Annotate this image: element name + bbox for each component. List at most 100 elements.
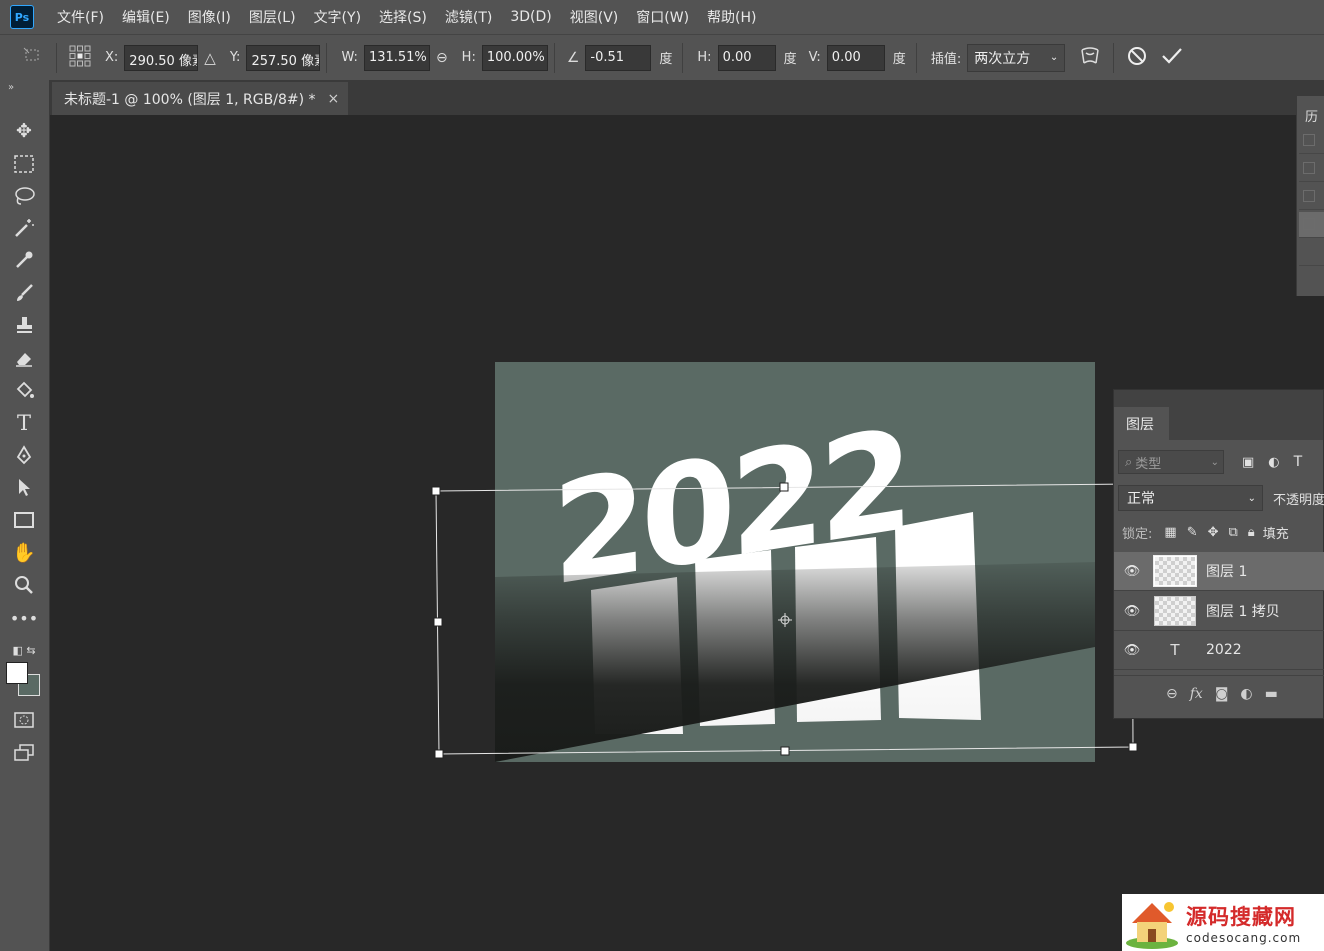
chevron-down-icon: ⌄ xyxy=(1049,52,1059,63)
layer-name[interactable]: 2022 xyxy=(1206,642,1242,658)
filter-adjustment-icon[interactable]: ◐ xyxy=(1268,455,1279,470)
visibility-eye-icon[interactable]: 👁︎ xyxy=(1114,643,1150,658)
skew-v-input[interactable]: 0.00 xyxy=(826,44,885,71)
menu-select[interactable]: 选择(S) xyxy=(370,7,436,27)
move-tool-icon[interactable]: ✥ xyxy=(8,117,40,145)
watermark-cn: 源码搜藏网 xyxy=(1186,904,1296,929)
marquee-tool-icon[interactable] xyxy=(8,150,40,178)
layer-filter-select[interactable]: ⌕ 类型 ⌄ xyxy=(1118,450,1224,474)
lock-all-icon[interactable]: 🔒︎ xyxy=(1248,525,1255,540)
watermark: 源码搜藏网 codesocang.com xyxy=(1122,894,1324,951)
lock-transparent-icon[interactable]: ▦ xyxy=(1164,525,1176,540)
relative-position-icon[interactable]: △ xyxy=(204,49,216,67)
paint-bucket-tool-icon[interactable] xyxy=(8,376,40,404)
pen-tool-icon[interactable] xyxy=(8,441,40,469)
w-input[interactable]: 131.51% xyxy=(363,44,430,71)
menu-window[interactable]: 窗口(W) xyxy=(627,7,698,27)
fill-label: 填充 xyxy=(1262,526,1289,542)
separator xyxy=(915,42,917,73)
layer-name[interactable]: 图层 1 拷贝 xyxy=(1206,601,1280,621)
zoom-tool-icon[interactable] xyxy=(8,571,40,599)
warp-mode-icon[interactable] xyxy=(1079,45,1101,71)
commit-transform-icon[interactable] xyxy=(1160,45,1184,71)
lasso-tool-icon[interactable] xyxy=(8,182,40,210)
skew-v-label: V: xyxy=(808,50,821,65)
lock-position-icon[interactable]: ✥ xyxy=(1208,525,1219,540)
lock-image-icon[interactable]: ✎ xyxy=(1187,525,1198,540)
menu-edit[interactable]: 编辑(E) xyxy=(113,7,179,27)
layers-tab[interactable]: 图层 xyxy=(1114,407,1169,440)
collapse-panel-icon[interactable]: » xyxy=(8,82,14,93)
blend-mode-select[interactable]: 正常 ⌄ xyxy=(1118,485,1263,511)
visibility-eye-icon[interactable]: 👁︎ xyxy=(1114,564,1150,579)
history-state[interactable] xyxy=(1299,128,1324,154)
layers-panel: 图层 ⌕ 类型 ⌄ ▣ ◐ T 正常 ⌄ 不透明度 锁定: ▦ ✎ ✥ ⧉ 🔒︎… xyxy=(1113,389,1324,719)
document-tab-title: 未标题-1 @ 100% (图层 1, RGB/8#) * xyxy=(64,91,316,108)
path-selection-tool-icon[interactable] xyxy=(8,473,40,501)
menu-filter[interactable]: 滤镜(T) xyxy=(436,7,501,27)
history-state[interactable] xyxy=(1299,212,1324,238)
rotate-angle-icon: ∠ xyxy=(566,49,580,66)
fx-icon[interactable]: fx xyxy=(1190,686,1203,702)
add-mask-icon[interactable]: ◙ xyxy=(1215,686,1229,702)
layer-row[interactable]: 👁︎ 图层 1 拷贝 xyxy=(1114,592,1324,631)
blend-row: 正常 ⌄ 不透明度 xyxy=(1114,484,1324,512)
cancel-transform-icon[interactable] xyxy=(1126,45,1148,71)
layer-row[interactable]: 👁︎ T 2022 xyxy=(1114,631,1324,670)
rectangle-tool-icon[interactable] xyxy=(8,506,40,534)
layer-name[interactable]: 图层 1 xyxy=(1206,561,1247,581)
angle-input[interactable]: -0.51 xyxy=(585,44,652,71)
default-colors-icon[interactable]: ◧ ⇆ xyxy=(8,636,40,664)
menu-file[interactable]: 文件(F) xyxy=(48,7,113,27)
eyedropper-tool-icon[interactable] xyxy=(8,246,40,274)
menu-type[interactable]: 文字(Y) xyxy=(305,7,370,27)
menu-layer[interactable]: 图层(L) xyxy=(240,7,305,27)
skew-h-input[interactable]: 0.00 xyxy=(717,44,776,71)
clone-stamp-tool-icon[interactable] xyxy=(8,311,40,339)
text-layer-icon: T xyxy=(1170,641,1180,659)
menu-help[interactable]: 帮助(H) xyxy=(698,7,765,27)
screen-mode-icon[interactable] xyxy=(8,739,40,767)
type-tool-icon[interactable]: T xyxy=(8,409,40,437)
x-input[interactable]: 290.50 像素 xyxy=(124,44,199,71)
document-canvas[interactable]: 2022 xyxy=(495,362,1095,762)
filter-pixel-icon[interactable]: ▣ xyxy=(1242,455,1254,470)
hand-tool-icon[interactable]: ✋ xyxy=(8,538,40,566)
link-icon[interactable]: ⊖ xyxy=(436,50,448,66)
menu-3d[interactable]: 3D(D) xyxy=(501,9,560,25)
magic-wand-tool-icon[interactable] xyxy=(8,214,40,242)
layer-row[interactable]: 👁︎ 图层 1 xyxy=(1114,552,1324,591)
separator xyxy=(326,42,328,73)
photoshop-logo: Ps xyxy=(10,5,34,29)
y-input[interactable]: 257.50 像素 xyxy=(246,44,321,71)
skew-h-unit: 度 xyxy=(783,52,797,67)
layers-panel-header: 图层 xyxy=(1114,390,1323,440)
layers-footer: ⊖ fx ◙ ◐ ▬ xyxy=(1114,675,1324,711)
link-layers-icon[interactable]: ⊖ xyxy=(1166,686,1178,702)
close-icon[interactable]: × xyxy=(328,91,340,107)
new-group-icon[interactable]: ▬ xyxy=(1265,686,1278,702)
visibility-eye-icon[interactable]: 👁︎ xyxy=(1114,604,1150,619)
lock-artboard-icon[interactable]: ⧉ xyxy=(1229,525,1238,540)
reference-point-icon[interactable] xyxy=(69,45,91,71)
menu-view[interactable]: 视图(V) xyxy=(561,7,628,27)
options-bar: X: 290.50 像素 △ Y: 257.50 像素 W: 131.51% ⊖… xyxy=(0,34,1324,80)
h-input[interactable]: 100.00% xyxy=(481,44,548,71)
history-state[interactable] xyxy=(1299,156,1324,182)
history-state[interactable] xyxy=(1299,184,1324,210)
canvas-artwork: 2022 xyxy=(495,398,1095,762)
history-state[interactable] xyxy=(1299,240,1324,266)
brush-tool-icon[interactable] xyxy=(8,279,40,307)
interpolation-select[interactable]: 两次立方 ⌄ xyxy=(967,43,1066,72)
more-tools-icon[interactable]: ••• xyxy=(8,604,40,632)
transform-tool-preset-icon[interactable] xyxy=(22,46,44,70)
history-tab[interactable]: 历 xyxy=(1301,100,1324,130)
filter-type-icon[interactable]: T xyxy=(1294,454,1303,470)
lock-label: 锁定: xyxy=(1122,526,1153,542)
quick-mask-icon[interactable] xyxy=(8,706,40,734)
document-tab[interactable]: 未标题-1 @ 100% (图层 1, RGB/8#) * × xyxy=(52,82,348,115)
eraser-tool-icon[interactable] xyxy=(8,344,40,372)
menu-image[interactable]: 图像(I) xyxy=(179,7,240,27)
adjustment-layer-icon[interactable]: ◐ xyxy=(1240,686,1252,702)
foreground-color-swatch[interactable] xyxy=(6,662,28,684)
